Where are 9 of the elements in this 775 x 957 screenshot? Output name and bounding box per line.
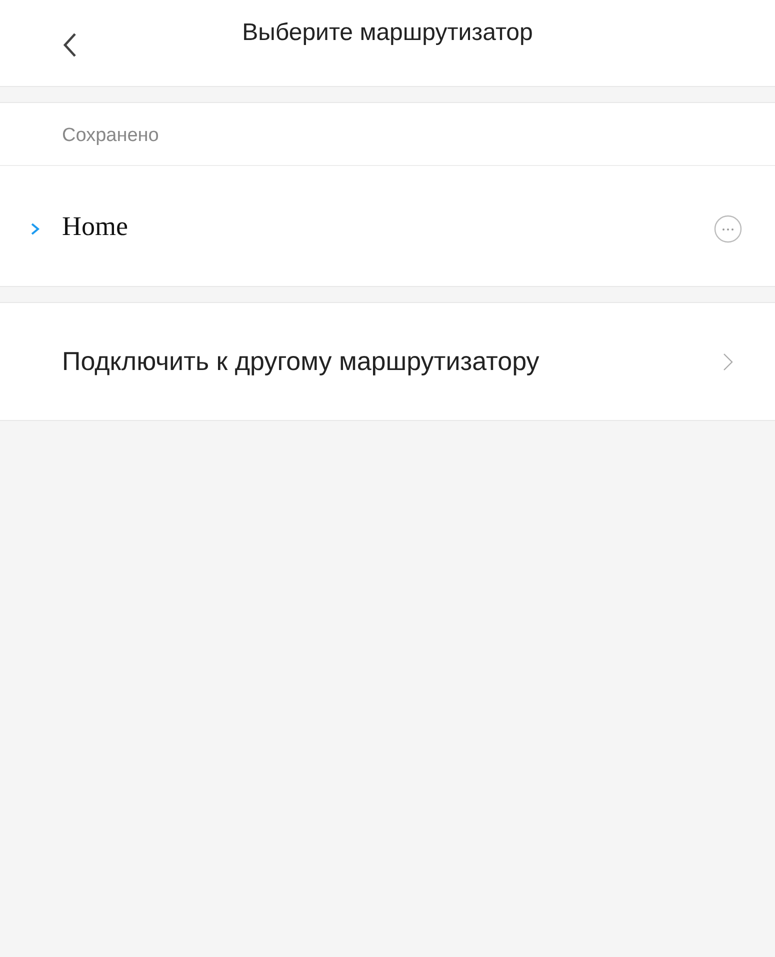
connect-other-row[interactable]: Подключить к другому маршрутизатору — [0, 303, 775, 421]
chevron-right-icon — [723, 352, 733, 370]
network-name: Home — [62, 210, 129, 242]
network-row[interactable]: Home — [0, 166, 775, 286]
connect-other-label: Подключить к другому маршрутизатору — [62, 346, 540, 377]
back-button[interactable] — [62, 31, 78, 59]
screen-title: Выберите маршрутизатор — [242, 18, 533, 47]
chevron-icon — [30, 222, 40, 236]
section-label: Сохранено — [0, 103, 775, 166]
